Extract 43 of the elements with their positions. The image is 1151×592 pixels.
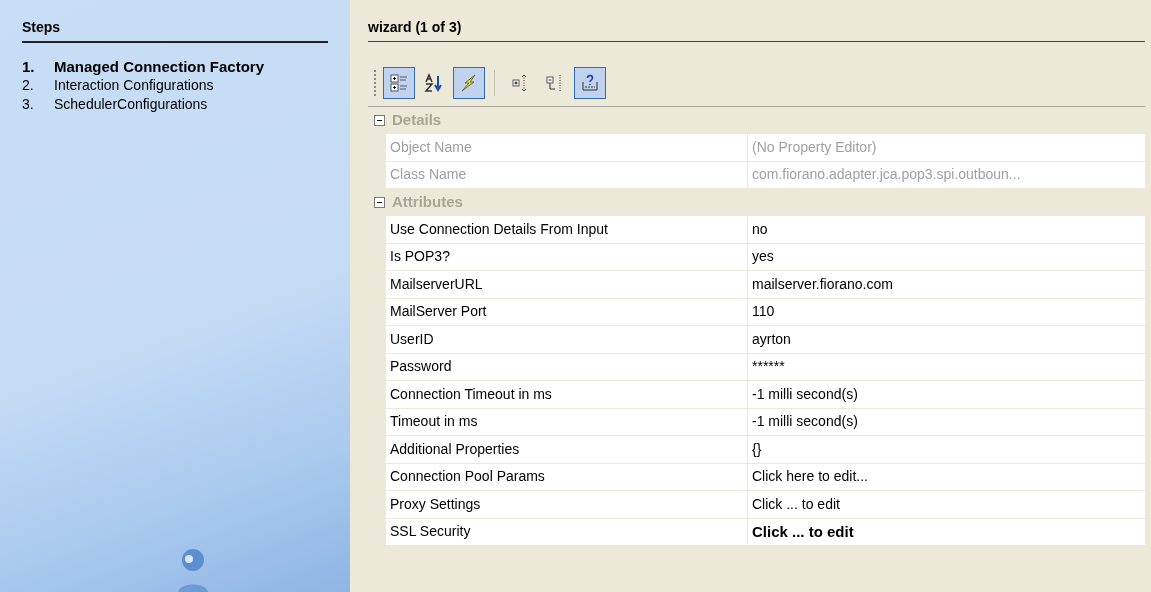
property-name: Connection Pool Params [386,463,748,490]
property-value[interactable]: 110 [748,298,1145,325]
steps-heading: Steps [22,17,328,43]
property-value[interactable]: Click ... to edit [748,491,1145,518]
collapse-toggle[interactable] [374,115,385,126]
collapse-toggle[interactable] [374,197,385,208]
property-name: Additional Properties [386,436,748,463]
property-name: Is POP3? [386,243,748,270]
property-name: SSL Security [386,518,748,545]
property-value[interactable]: -1 milli second(s) [748,408,1145,435]
property-value[interactable]: mailserver.fiorano.com [748,271,1145,298]
property-name: Connection Timeout in ms [386,381,748,408]
property-name: Timeout in ms [386,408,748,435]
property-value[interactable]: Click here to edit... [748,463,1145,490]
help-icon [580,73,600,93]
property-name: MailServer Port [386,298,748,325]
property-value[interactable]: no [748,216,1145,243]
wizard-title: wizard (1 of 3) [368,17,1145,42]
property-name: Object Name [386,134,748,161]
step-item[interactable]: 2. Interaction Configurations [22,76,328,95]
toolbar-button[interactable] [383,67,415,99]
property-value[interactable]: -1 milli second(s) [748,381,1145,408]
lightning-icon [459,73,479,93]
property-name: Password [386,353,748,380]
group-heading: Attributes [392,192,463,213]
property-value[interactable]: Click ... to edit [748,518,1145,545]
property-name: MailserverURL [386,271,748,298]
toolbar-button[interactable] [574,67,606,99]
toolbar-button[interactable] [453,67,485,99]
property-name: Use Connection Details From Input [386,216,748,243]
sort-az-icon [424,73,444,93]
group-heading: Details [392,110,442,131]
property-value[interactable]: {} [748,436,1145,463]
step-item[interactable]: 1. Managed Connection Factory [22,57,282,76]
property-name: Class Name [386,161,748,188]
property-value[interactable]: yes [748,243,1145,270]
property-value[interactable]: ayrton [748,326,1145,353]
property-value[interactable]: ****** [748,353,1145,380]
property-name: Proxy Settings [386,491,748,518]
step-item[interactable]: 3. SchedulerConfigurations [22,95,328,114]
categorized-icon [389,73,409,93]
sphere-drawing [178,548,208,592]
property-name: UserID [386,326,748,353]
